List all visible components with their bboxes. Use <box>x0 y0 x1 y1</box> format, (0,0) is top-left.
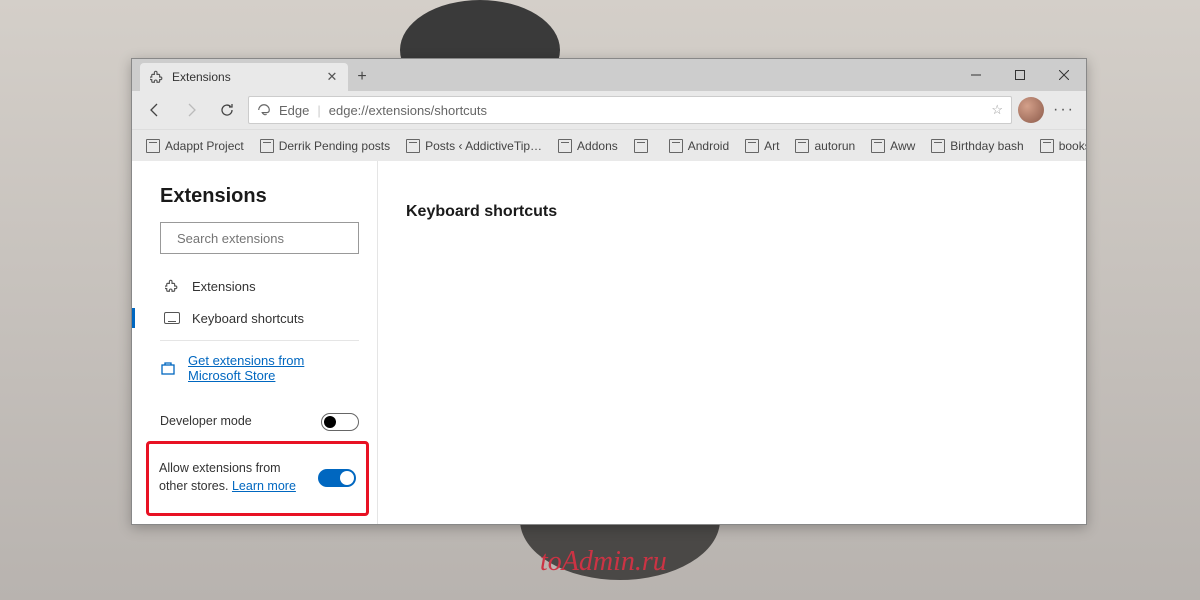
store-link-row: Get extensions from Microsoft Store <box>160 353 359 383</box>
bookmarks-bar: Adappt Project Derrik Pending posts Post… <box>132 129 1086 161</box>
bookmark-item[interactable] <box>628 135 659 157</box>
address-label: Edge <box>279 103 309 118</box>
page-icon <box>260 139 274 153</box>
sidebar: Extensions Extensions Keyboard shortcuts… <box>132 161 378 524</box>
developer-mode-label: Developer mode <box>160 413 321 431</box>
browser-tab[interactable]: Extensions ✕ <box>140 63 348 91</box>
favorite-icon[interactable]: ☆ <box>991 102 1003 118</box>
browser-window: Extensions ✕ + Edge | edge://extensions/… <box>131 58 1087 525</box>
developer-mode-toggle[interactable] <box>321 413 359 431</box>
profile-avatar[interactable] <box>1018 97 1044 123</box>
bookmark-item[interactable]: Adappt Project <box>140 135 250 157</box>
search-input[interactable] <box>177 231 353 246</box>
minimize-button[interactable] <box>954 59 998 91</box>
folder-icon <box>931 139 945 153</box>
tab-strip: Extensions ✕ + <box>132 59 1086 91</box>
divider <box>160 340 359 341</box>
folder-icon <box>558 139 572 153</box>
bookmark-item[interactable]: autorun <box>789 135 861 157</box>
bookmark-item[interactable]: books <box>1034 135 1086 157</box>
close-window-button[interactable] <box>1042 59 1086 91</box>
bookmark-item[interactable]: Derrik Pending posts <box>254 135 396 157</box>
folder-icon <box>795 139 809 153</box>
get-extensions-link[interactable]: Get extensions from Microsoft Store <box>188 353 359 383</box>
bookmark-item[interactable]: Aww <box>865 135 921 157</box>
folder-icon <box>871 139 885 153</box>
main-heading: Keyboard shortcuts <box>406 203 1058 221</box>
address-separator: | <box>317 103 320 118</box>
folder-icon <box>634 139 648 153</box>
folder-icon <box>745 139 759 153</box>
page-title: Extensions <box>160 185 359 208</box>
watermark-text: toAdmin.ru <box>540 546 667 578</box>
keyboard-icon <box>164 310 180 326</box>
allow-other-stores-toggle[interactable] <box>318 469 356 487</box>
bookmark-item[interactable]: Birthday bash <box>925 135 1029 157</box>
nav-label: Keyboard shortcuts <box>192 311 304 326</box>
allow-other-stores-label: Allow extensions from other stores. Lear… <box>159 460 318 495</box>
sidebar-item-extensions[interactable]: Extensions <box>160 270 359 302</box>
refresh-button[interactable] <box>212 95 242 125</box>
close-tab-button[interactable]: ✕ <box>326 71 338 83</box>
allow-other-stores-row: Allow extensions from other stores. Lear… <box>159 450 356 505</box>
tab-title: Extensions <box>172 70 231 84</box>
page-icon <box>406 139 420 153</box>
bookmark-item[interactable]: Android <box>663 135 735 157</box>
toolbar: Edge | edge://extensions/shortcuts ☆ ··· <box>132 91 1086 129</box>
extension-icon <box>150 70 164 84</box>
address-bar[interactable]: Edge | edge://extensions/shortcuts ☆ <box>248 96 1012 124</box>
window-controls <box>954 59 1086 91</box>
settings-menu-button[interactable]: ··· <box>1050 96 1078 124</box>
folder-icon <box>1040 139 1054 153</box>
folder-icon <box>669 139 683 153</box>
nav-label: Extensions <box>192 279 256 294</box>
back-button[interactable] <box>140 95 170 125</box>
address-url: edge://extensions/shortcuts <box>329 103 487 118</box>
page-icon <box>146 139 160 153</box>
edge-icon <box>257 103 271 117</box>
bookmark-item[interactable]: Addons <box>552 135 624 157</box>
bookmark-item[interactable]: Art <box>739 135 785 157</box>
page-content: Extensions Extensions Keyboard shortcuts… <box>132 161 1086 524</box>
highlighted-setting: Allow extensions from other stores. Lear… <box>146 441 369 516</box>
maximize-button[interactable] <box>998 59 1042 91</box>
puzzle-icon <box>164 278 180 294</box>
search-extensions-box[interactable] <box>160 222 359 254</box>
forward-button[interactable] <box>176 95 206 125</box>
new-tab-button[interactable]: + <box>348 63 376 91</box>
main-panel: Keyboard shortcuts <box>378 161 1086 524</box>
bookmark-item[interactable]: Posts ‹ AddictiveTip… <box>400 135 548 157</box>
sidebar-item-keyboard-shortcuts[interactable]: Keyboard shortcuts <box>160 302 359 334</box>
store-icon <box>160 360 176 376</box>
developer-mode-row: Developer mode <box>160 403 359 441</box>
learn-more-link[interactable]: Learn more <box>232 479 296 493</box>
